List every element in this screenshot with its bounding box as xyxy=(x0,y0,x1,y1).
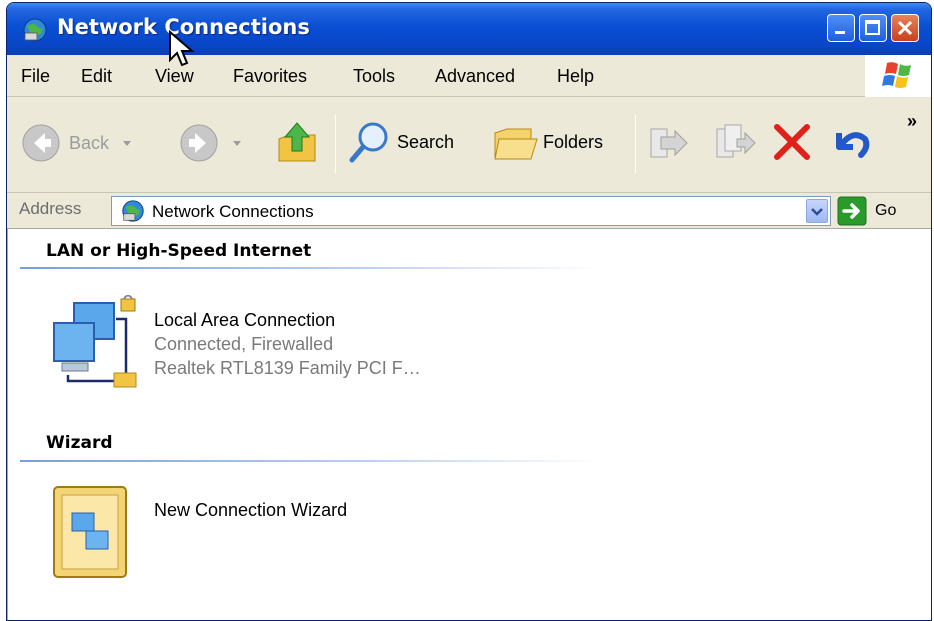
title-bar[interactable]: Network Connections xyxy=(7,3,931,55)
back-arrow-icon xyxy=(22,124,60,162)
network-connection-icon xyxy=(53,295,137,388)
standard-toolbar: Back Search Folders » xyxy=(7,97,931,193)
search-label: Search xyxy=(397,131,455,152)
go-label: Go xyxy=(875,202,897,219)
network-globe-icon xyxy=(23,18,47,42)
back-button[interactable]: Back xyxy=(21,123,137,163)
up-folder-button[interactable] xyxy=(275,119,319,165)
go-button[interactable]: Go xyxy=(837,196,896,226)
wizard-book-icon xyxy=(53,486,127,578)
undo-icon xyxy=(836,132,870,158)
menu-help[interactable]: Help xyxy=(557,66,594,87)
minimize-button[interactable] xyxy=(827,14,855,42)
menu-favorites[interactable]: Favorites xyxy=(233,66,307,87)
network-globe-icon xyxy=(122,200,144,222)
explorer-window: Network Connections File Edit View Favor… xyxy=(6,2,932,621)
group-divider xyxy=(20,460,600,462)
go-arrow-icon xyxy=(837,196,867,226)
toolbar-separator xyxy=(635,115,636,173)
close-button[interactable] xyxy=(891,14,919,42)
search-button[interactable]: Search xyxy=(347,119,454,165)
address-bar: Address Network Connections Go xyxy=(7,193,931,229)
copy-to-icon xyxy=(716,124,756,158)
forward-dropdown-icon[interactable] xyxy=(227,133,247,153)
back-dropdown-icon[interactable] xyxy=(117,133,137,153)
close-icon xyxy=(897,20,913,36)
forward-arrow-icon xyxy=(180,124,218,162)
copy-to-button[interactable] xyxy=(713,121,757,163)
group-header-lan: LAN or High-Speed Internet xyxy=(46,241,312,261)
delete-x-icon xyxy=(774,124,810,160)
move-to-icon xyxy=(650,128,688,158)
move-to-button[interactable] xyxy=(647,121,691,163)
group-header-wizard: Wizard xyxy=(46,433,113,453)
undo-button[interactable] xyxy=(829,121,873,163)
wizard-name: New Connection Wizard xyxy=(154,500,348,520)
menu-bar: File Edit View Favorites Tools Advanced … xyxy=(7,55,931,97)
windows-flag-icon xyxy=(882,62,911,88)
connections-list: LAN or High-Speed Internet Local Area Co… xyxy=(7,229,931,620)
connection-device: Realtek RTL8139 Family PCI F… xyxy=(154,358,421,378)
address-value: Network Connections xyxy=(152,202,314,221)
maximize-button[interactable] xyxy=(859,14,887,42)
menu-advanced[interactable]: Advanced xyxy=(435,66,515,87)
forward-button[interactable] xyxy=(179,123,247,163)
folders-label: Folders xyxy=(543,131,604,152)
windows-logo xyxy=(865,55,931,97)
minimize-icon xyxy=(835,31,845,34)
maximize-icon xyxy=(865,20,880,35)
address-label: Address xyxy=(19,199,82,218)
search-icon xyxy=(349,122,388,163)
mouse-pointer-icon xyxy=(169,30,195,67)
menu-tools[interactable]: Tools xyxy=(353,66,395,87)
chevron-down-icon xyxy=(811,208,823,216)
folders-icon xyxy=(494,128,538,160)
connection-status: Connected, Firewalled xyxy=(154,334,334,354)
menu-edit[interactable]: Edit xyxy=(81,66,112,87)
address-dropdown-button[interactable] xyxy=(806,199,828,223)
toolbar-overflow-chevron[interactable]: » xyxy=(907,111,917,132)
up-folder-icon xyxy=(278,122,316,162)
toolbar-separator xyxy=(335,115,336,173)
back-label: Back xyxy=(69,132,110,153)
address-field[interactable]: Network Connections xyxy=(111,196,831,226)
group-divider xyxy=(20,267,600,269)
connection-name: Local Area Connection xyxy=(154,310,336,330)
delete-button[interactable] xyxy=(771,121,813,163)
folders-button[interactable]: Folders xyxy=(491,119,603,165)
menu-file[interactable]: File xyxy=(21,66,50,87)
